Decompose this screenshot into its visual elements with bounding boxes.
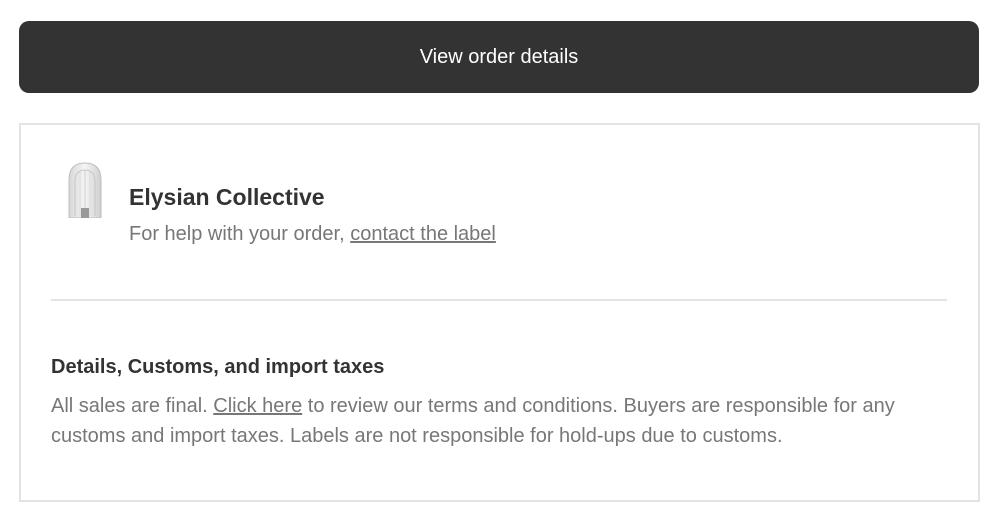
view-order-details-label: View order details: [419, 45, 579, 68]
help-text: For help with your order, contact the la…: [129, 223, 496, 246]
terms-click-here-link[interactable]: Click here: [213, 395, 302, 417]
store-logo-icon: [67, 162, 103, 219]
divider: [51, 299, 947, 301]
order-info-card: Elysian Collective For help with your or…: [19, 123, 980, 502]
help-prefix: For help with your order,: [129, 223, 351, 245]
store-name: Elysian Collective: [129, 184, 325, 210]
view-order-details-button[interactable]: View order details: [19, 21, 979, 93]
policy-text-before: All sales are final.: [51, 395, 214, 417]
contact-label-link[interactable]: contact the label: [350, 223, 496, 245]
customs-section-heading: Details, Customs, and import taxes: [51, 356, 385, 378]
policy-text: All sales are final. Click here to revie…: [51, 391, 931, 451]
